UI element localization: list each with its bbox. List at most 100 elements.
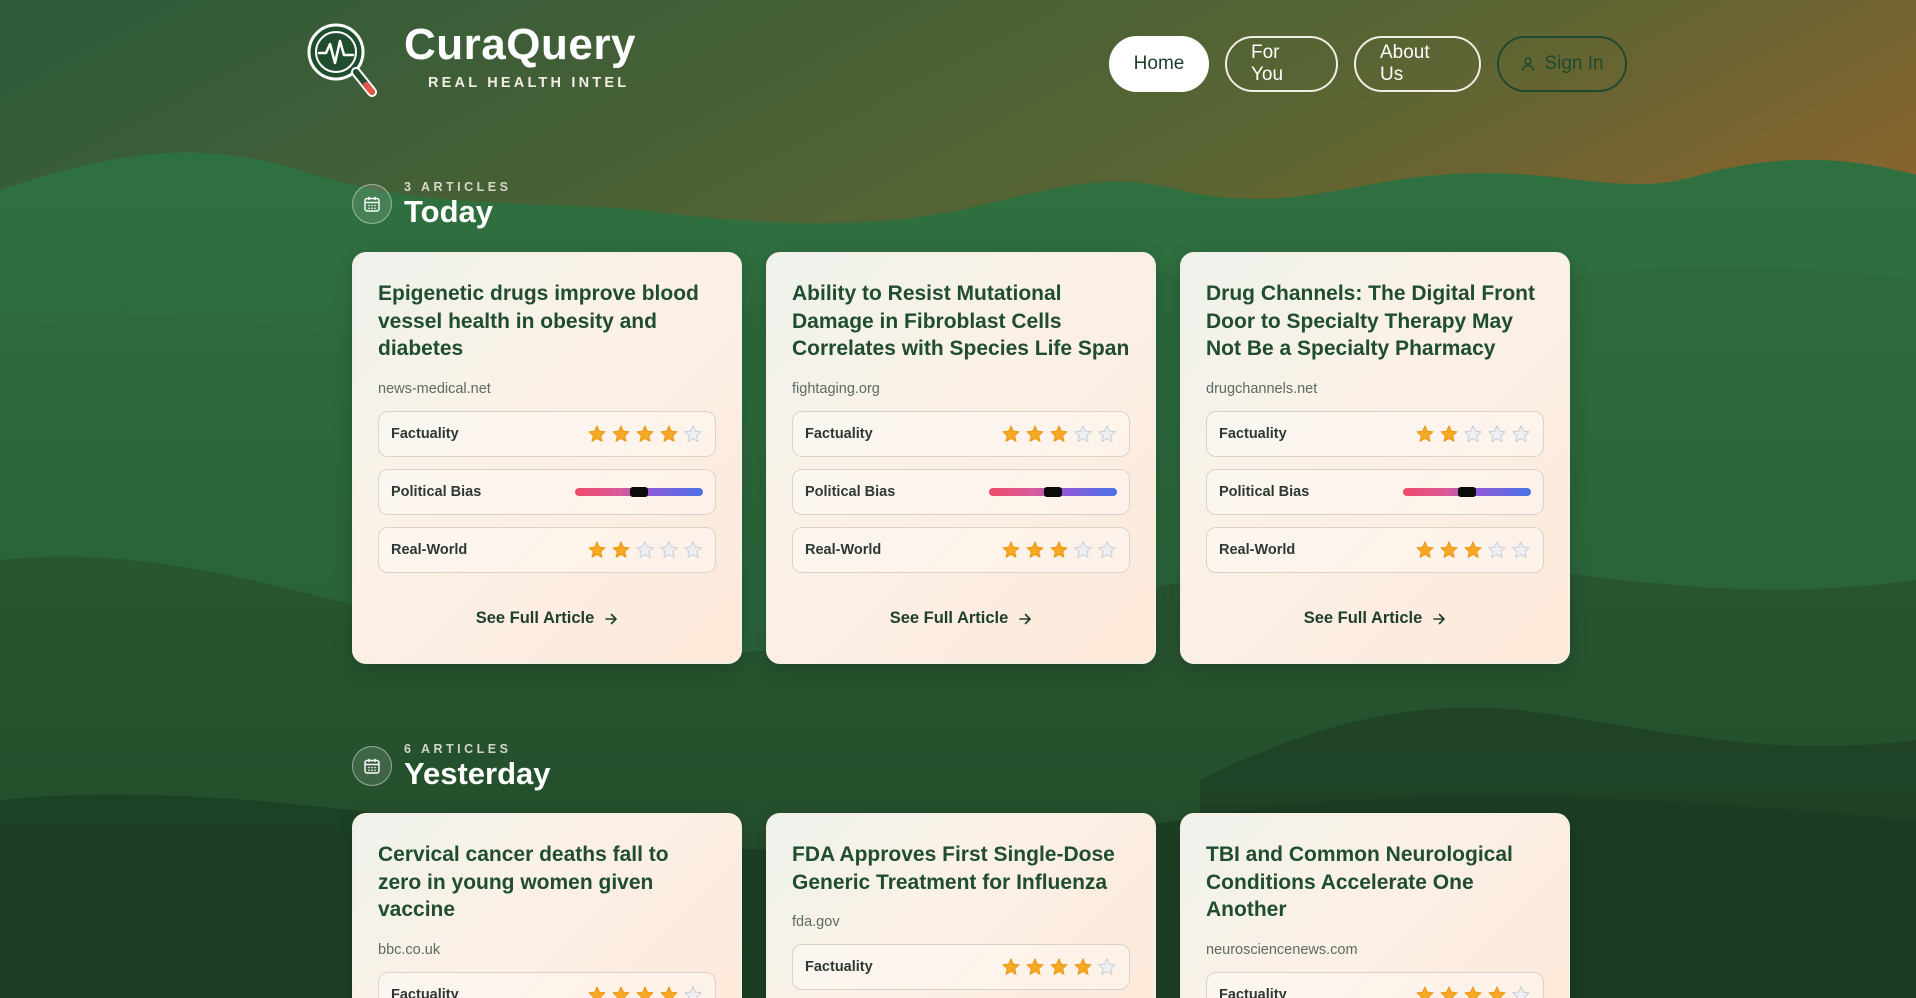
real-world-metric-label: Real-World [391,542,468,559]
factuality-metric: Factuality [792,944,1130,991]
article-card[interactable]: TBI and Common Neurological Conditions A… [1180,813,1570,998]
star-filled-icon [1464,541,1482,558]
brand-logo[interactable]: CuraQuery REAL HEALTH INTEL [306,22,636,100]
factuality-metric: Factuality [1206,972,1544,998]
star-filled-icon [660,425,678,442]
article-title[interactable]: FDA Approves First Single-Dose Generic T… [792,841,1130,896]
star-empty-icon [660,541,678,559]
political-bias-metric-label: Political Bias [805,484,896,501]
star-filled-icon [1002,425,1020,442]
nav-home-button[interactable]: Home [1109,36,1209,92]
article-count: 3 ARTICLES [404,180,512,194]
real-world-stars [1415,540,1531,560]
person-icon [1522,57,1535,71]
star-filled-icon [1416,541,1434,558]
factuality-metric-label: Factuality [805,426,873,443]
star-filled-icon [1440,986,1458,998]
calendar-icon [364,759,380,774]
article-card[interactable]: FDA Approves First Single-Dose Generic T… [766,813,1156,998]
political-bias-marker [1458,487,1476,498]
star-filled-icon [660,986,678,998]
star-empty-icon [684,986,702,998]
article-title[interactable]: Drug Channels: The Digital Front Door to… [1206,280,1544,363]
article-title[interactable]: TBI and Common Neurological Conditions A… [1206,841,1544,924]
sign-in-label: Sign In [1544,53,1604,74]
article-title[interactable]: Ability to Resist Mutational Damage in F… [792,280,1130,363]
factuality-metric-label: Factuality [805,959,873,976]
arrow-right-icon [1019,613,1032,624]
article-card[interactable]: Cervical cancer deaths fall to zero in y… [352,813,742,998]
see-full-article-link[interactable]: See Full Article [1206,609,1544,662]
nav-for-you-button[interactable]: For You [1225,36,1338,92]
article-card[interactable]: Ability to Resist Mutational Damage in F… [766,252,1156,665]
see-full-article-label: See Full Article [889,609,1009,628]
star-empty-icon [636,541,654,559]
factuality-metric-label: Factuality [391,987,459,998]
factuality-metric-label: Factuality [1219,987,1287,998]
arrow-right-icon [1433,613,1446,624]
nav-about-us-button[interactable]: About Us [1354,36,1481,92]
real-world-metric: Real-World [1206,527,1544,574]
section-title: Yesterday [404,756,551,791]
star-filled-icon [1050,958,1068,976]
article-source: bbc.co.uk [378,942,441,959]
brand-tagline: REAL HEALTH INTEL [428,75,630,91]
star-filled-icon [1440,541,1458,558]
article-title[interactable]: Epigenetic drugs improve blood vessel he… [378,280,716,363]
political-bias-metric-label: Political Bias [391,484,482,501]
real-world-metric: Real-World [792,527,1130,574]
see-full-article-label: See Full Article [475,609,595,628]
star-filled-icon [1026,958,1044,976]
star-empty-icon [1512,541,1530,559]
star-empty-icon [1512,425,1530,443]
star-filled-icon [1050,425,1068,442]
star-filled-icon [1050,541,1068,558]
star-empty-icon [1074,541,1092,559]
star-filled-icon [1026,425,1044,442]
article-count: 6 ARTICLES [404,742,512,756]
factuality-stars [1001,957,1117,977]
calendar-icon [364,197,380,212]
factuality-metric: Factuality [378,972,716,998]
star-filled-icon [612,541,630,558]
factuality-stars [587,985,703,998]
political-bias-marker [630,487,648,498]
section-header-yesterday: 6 ARTICLES Yesterday [352,742,551,791]
star-empty-icon [1098,541,1116,559]
see-full-article-link[interactable]: See Full Article [378,609,716,662]
star-empty-icon [684,541,702,559]
calendar-badge [352,184,392,225]
article-source: fightaging.org [792,381,880,398]
top-nav: Home For You About Us Sign In [1109,36,1627,92]
arrow-right-icon [605,613,618,624]
political-bias-metric: Political Bias [792,469,1130,516]
political-bias-bar [1403,487,1531,498]
article-card[interactable]: Epigenetic drugs improve blood vessel he… [352,252,742,665]
see-full-article-label: See Full Article [1303,609,1423,628]
section-title: Today [404,194,493,229]
article-title[interactable]: Cervical cancer deaths fall to zero in y… [378,841,716,924]
factuality-stars [587,424,703,444]
real-world-metric-label: Real-World [1219,542,1296,559]
real-world-stars [1001,540,1117,560]
star-filled-icon [1002,541,1020,558]
star-empty-icon [684,425,702,443]
star-filled-icon [1002,958,1020,976]
star-filled-icon [588,425,606,442]
star-filled-icon [1416,425,1434,442]
sign-in-button[interactable]: Sign In [1497,36,1627,92]
star-empty-icon [1488,541,1506,559]
political-bias-bar [575,487,703,498]
star-empty-icon [1074,425,1092,443]
see-full-article-link[interactable]: See Full Article [792,609,1130,662]
star-filled-icon [588,541,606,558]
calendar-badge [352,746,392,787]
factuality-metric-label: Factuality [1219,426,1287,443]
factuality-metric-label: Factuality [391,426,459,443]
star-filled-icon [612,425,630,442]
star-empty-icon [1488,425,1506,443]
article-card[interactable]: Drug Channels: The Digital Front Door to… [1180,252,1570,665]
star-filled-icon [1440,425,1458,442]
real-world-metric: Real-World [378,527,716,574]
factuality-metric: Factuality [792,411,1130,458]
